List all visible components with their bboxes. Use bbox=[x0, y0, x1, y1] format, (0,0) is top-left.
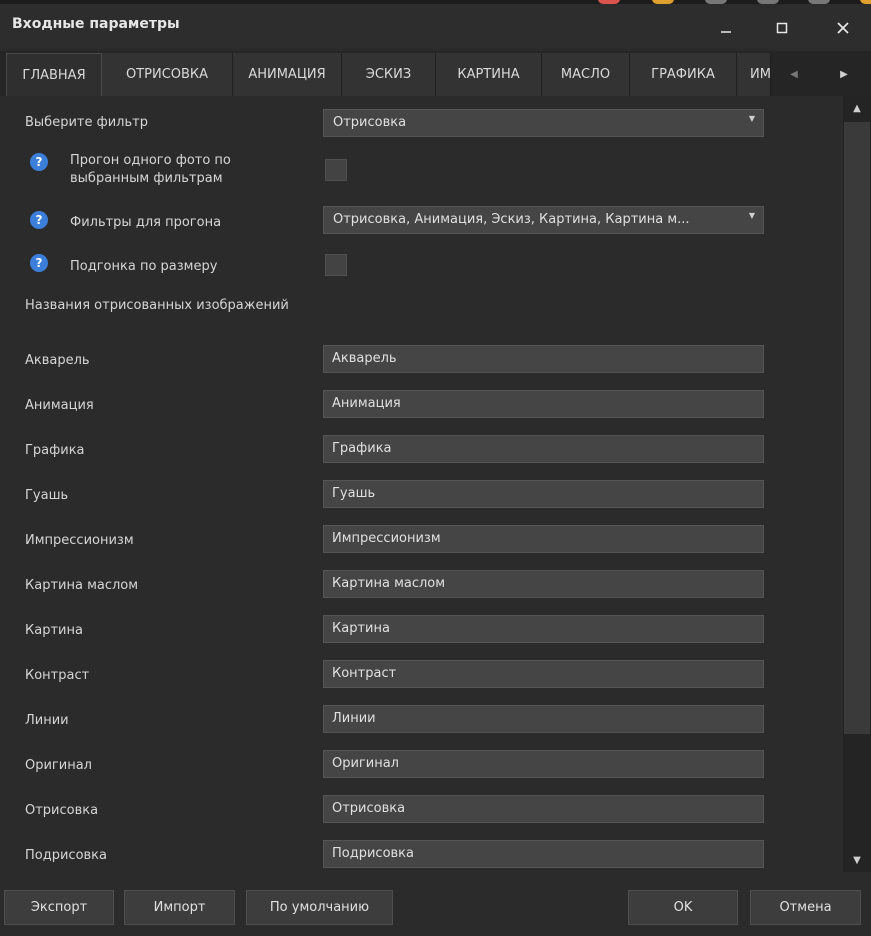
tab-graphics[interactable]: ГРАФИКА bbox=[630, 53, 737, 96]
vertical-scrollbar[interactable]: ▲ ▼ bbox=[843, 96, 871, 872]
minimize-button[interactable] bbox=[706, 8, 746, 48]
help-icon[interactable]: ? bbox=[30, 211, 48, 229]
scrollbar-thumb[interactable] bbox=[844, 122, 870, 734]
filter-select-value: Отрисовка bbox=[333, 115, 407, 130]
name-input[interactable]: Анимация bbox=[323, 390, 764, 418]
window-title: Входные параметры bbox=[12, 16, 180, 32]
scroll-up-button[interactable]: ▲ bbox=[843, 96, 871, 120]
name-label: Картина маслом bbox=[25, 578, 139, 593]
name-input[interactable]: Акварель bbox=[323, 345, 764, 373]
name-input[interactable]: Отрисовка bbox=[323, 795, 764, 823]
maximize-button[interactable] bbox=[762, 8, 802, 48]
triangle-up-icon: ▲ bbox=[853, 102, 861, 114]
names-section-header: Названия отрисованных изображений bbox=[25, 298, 289, 313]
tab-animation[interactable]: АНИМАЦИЯ bbox=[233, 53, 342, 96]
name-input[interactable]: Картина bbox=[323, 615, 764, 643]
name-input[interactable]: Гуашь bbox=[323, 480, 764, 508]
name-input[interactable]: Графика bbox=[323, 435, 764, 463]
name-label: Импрессионизм bbox=[25, 533, 134, 548]
name-input[interactable]: Картина маслом bbox=[323, 570, 764, 598]
name-label: Гуашь bbox=[25, 488, 69, 503]
name-label: Акварель bbox=[25, 353, 90, 368]
title-bar: Входные параметры bbox=[0, 4, 871, 48]
name-input[interactable]: Контраст bbox=[323, 660, 764, 688]
name-label: Отрисовка bbox=[25, 803, 99, 818]
defaults-button[interactable]: По умолчанию bbox=[246, 890, 393, 925]
scroll-down-button[interactable]: ▼ bbox=[843, 848, 871, 872]
chevron-down-icon: ▼ bbox=[748, 211, 755, 220]
footer-bar: Экспорт Импорт По умолчанию OK Отмена bbox=[0, 872, 871, 936]
minimize-icon bbox=[721, 31, 731, 33]
name-label: Оригинал bbox=[25, 758, 92, 773]
maximize-icon bbox=[776, 22, 788, 34]
cancel-button[interactable]: Отмена bbox=[750, 890, 861, 925]
name-label: Контраст bbox=[25, 668, 90, 683]
batch-label: Прогон одного фото по выбранным фильтрам bbox=[70, 152, 231, 188]
main-settings-panel: Выберите фильтр Отрисовка ▼ ? Прогон одн… bbox=[0, 96, 843, 872]
name-input[interactable]: Импрессионизм bbox=[323, 525, 764, 553]
fit-label: Подгонка по размеру bbox=[70, 259, 218, 274]
name-label: Графика bbox=[25, 443, 85, 458]
filter-select[interactable]: Отрисовка ▼ bbox=[323, 109, 764, 137]
export-button[interactable]: Экспорт bbox=[4, 890, 114, 925]
batch-label-line1: Прогон одного фото по bbox=[70, 153, 231, 168]
batch-label-line2: выбранным фильтрам bbox=[70, 171, 223, 186]
name-label: Линии bbox=[25, 713, 69, 728]
close-button[interactable] bbox=[823, 8, 863, 48]
filters-label: Фильтры для прогона bbox=[70, 215, 222, 230]
triangle-down-icon: ▼ bbox=[853, 854, 861, 866]
tab-impressionism[interactable]: ИМ bbox=[737, 53, 771, 96]
tab-picture[interactable]: КАРТИНА bbox=[436, 53, 542, 96]
filters-select[interactable]: Отрисовка, Анимация, Эскиз, Картина, Кар… bbox=[323, 206, 764, 234]
tab-scroll-right-button[interactable]: ▶ bbox=[825, 53, 863, 96]
name-label: Картина bbox=[25, 623, 83, 638]
tab-sketch[interactable]: ЭСКИЗ bbox=[342, 53, 436, 96]
name-input[interactable]: Оригинал bbox=[323, 750, 764, 778]
name-input[interactable]: Линии bbox=[323, 705, 764, 733]
tab-oil[interactable]: МАСЛО bbox=[542, 53, 630, 96]
help-icon[interactable]: ? bbox=[30, 153, 48, 171]
ok-button[interactable]: OK bbox=[628, 890, 738, 925]
chevron-down-icon: ▼ bbox=[748, 114, 755, 123]
name-input[interactable]: Подрисовка bbox=[323, 840, 764, 868]
filter-label: Выберите фильтр bbox=[25, 115, 148, 130]
import-button[interactable]: Импорт bbox=[124, 890, 235, 925]
tab-scroll-left-button[interactable]: ◀ bbox=[775, 53, 813, 96]
tab-drawing[interactable]: ОТРИСОВКА bbox=[102, 53, 233, 96]
name-label: Подрисовка bbox=[25, 848, 107, 863]
close-icon bbox=[837, 22, 849, 34]
name-label: Анимация bbox=[25, 398, 94, 413]
tab-bar: ГЛАВНАЯ ОТРИСОВКА АНИМАЦИЯ ЭСКИЗ КАРТИНА… bbox=[0, 51, 871, 96]
batch-checkbox[interactable] bbox=[325, 159, 347, 181]
triangle-right-icon: ▶ bbox=[840, 69, 848, 80]
triangle-left-icon: ◀ bbox=[790, 69, 798, 80]
tab-main[interactable]: ГЛАВНАЯ bbox=[6, 53, 102, 96]
filters-select-value: Отрисовка, Анимация, Эскиз, Картина, Кар… bbox=[333, 212, 690, 227]
help-icon[interactable]: ? bbox=[30, 254, 48, 272]
fit-checkbox[interactable] bbox=[325, 254, 347, 276]
